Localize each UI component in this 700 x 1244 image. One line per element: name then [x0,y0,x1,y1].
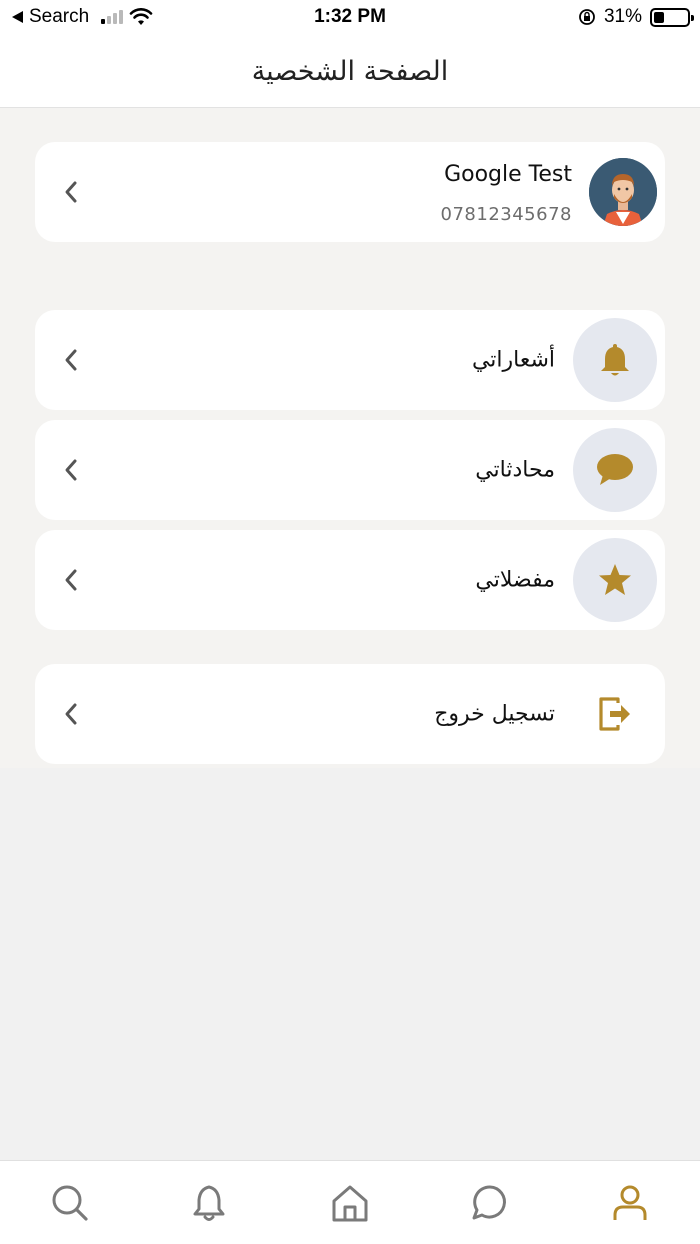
menu-item-label: مفضلاتي [475,567,555,593]
menu-item-notifications[interactable]: أشعاراتي [35,310,665,410]
orientation-lock-icon [579,9,595,25]
menu-item-label: محادثاتي [475,457,555,483]
user-icon[interactable] [608,1181,652,1225]
chevron-left-icon [57,700,85,728]
profile-name: Google Test [444,162,572,187]
chevron-left-icon [57,346,85,374]
home-icon[interactable] [328,1181,372,1225]
menu-item-chats[interactable]: محادثاتي [35,420,665,520]
avatar [589,158,657,226]
bell-icon[interactable] [187,1181,231,1225]
chevron-left-icon [57,566,85,594]
battery-icon [650,7,694,27]
battery-percent: 31% [603,6,642,27]
logout-icon [593,692,637,736]
search-icon[interactable] [48,1181,92,1225]
chat-icon[interactable] [468,1181,512,1225]
status-bar: Search 1:32 PM 31% [0,0,700,36]
chevron-left-icon [57,456,85,484]
status-right: 31% [578,6,694,28]
page-header: الصفحة الشخصية [0,36,700,108]
bottom-nav [0,1160,700,1244]
chat-bubble-icon [573,428,657,512]
logout-label: تسجيل خروج [434,701,555,727]
profile-content: Google Test 07812345678 أشعاراتي محادثات… [0,108,700,768]
chevron-left-icon [57,178,85,206]
star-icon [573,538,657,622]
menu-item-label: أشعاراتي [471,347,555,373]
logout-button[interactable]: تسجيل خروج [35,664,665,764]
profile-card[interactable]: Google Test 07812345678 [35,142,665,242]
bell-icon [573,318,657,402]
page-title: الصفحة الشخصية [251,56,449,87]
menu-item-favorites[interactable]: مفضلاتي [35,530,665,630]
profile-phone: 07812345678 [440,204,572,225]
